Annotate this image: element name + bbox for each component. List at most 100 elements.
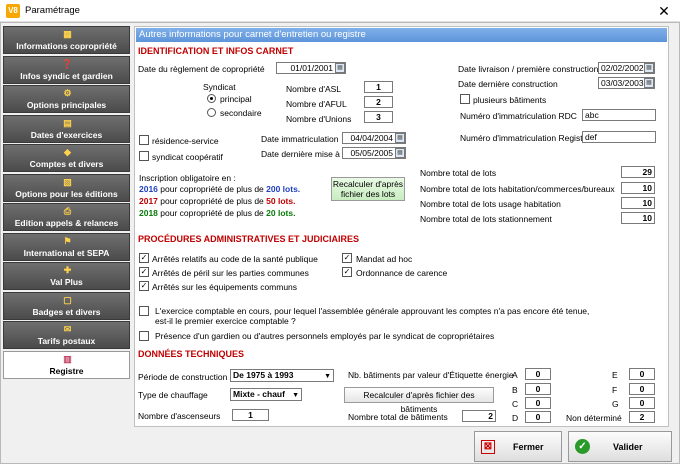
sidebar-item-infos-syndic[interactable]: ❓ Infos syndic et gardien xyxy=(3,56,130,84)
plusieurs-batiments-checkbox[interactable] xyxy=(460,94,470,104)
syndicat-secondaire-radio[interactable] xyxy=(207,108,216,117)
sante-checkbox[interactable]: ✓ xyxy=(139,253,149,263)
energy-e-input[interactable]: 0 xyxy=(629,368,655,380)
window-title: Paramétrage xyxy=(25,5,80,16)
valplus-icon: ✚ xyxy=(63,265,72,275)
sidebar-item-badges-divers[interactable]: ▢ Badges et divers xyxy=(3,292,130,320)
energy-a-input[interactable]: 0 xyxy=(525,368,551,380)
total-usage-input[interactable]: 10 xyxy=(621,197,655,209)
nb-unions-input[interactable]: 3 xyxy=(364,111,393,123)
equipements-label: Arrêtés sur les équipements communs xyxy=(152,282,298,292)
sidebar-item-edition-appels[interactable]: ⎙ Edition appels & relances xyxy=(3,203,130,231)
energy-label-b: B xyxy=(512,385,518,395)
recalc-lots-button[interactable]: Recalculer d'après fichier des lots xyxy=(331,177,405,201)
syndicat-label: Syndicat xyxy=(203,82,236,92)
syndicat-secondaire-label: secondaire xyxy=(220,108,262,118)
syndicat-cooperatif-checkbox[interactable] xyxy=(139,151,149,161)
total-lots-input[interactable]: 29 xyxy=(621,166,655,178)
periode-select[interactable]: De 1975 à 1993 ▼ xyxy=(230,369,334,382)
sante-label: Arrêtés relatifs au code de la santé pub… xyxy=(152,254,318,264)
premier-exercice-label-2: est-il le premier exercice comptable ? xyxy=(155,316,296,326)
panel-banner: Autres informations pour carnet d'entret… xyxy=(136,28,667,42)
inscription-2017: 2017 pour copropriété de plus de 50 lots… xyxy=(139,196,296,206)
calendar-picker-icon[interactable]: ▦ xyxy=(335,63,345,73)
sidebar: ▦ Informations copropriété ❓ Infos syndic … xyxy=(3,26,130,460)
check-icon: ✓ xyxy=(575,439,590,454)
calendar-picker-icon[interactable]: ▦ xyxy=(644,63,654,73)
cancel-icon: ⊠ xyxy=(481,440,495,454)
peril-checkbox[interactable]: ✓ xyxy=(139,267,149,277)
sidebar-item-registre[interactable]: ▥ Registre xyxy=(3,351,130,379)
sidebar-item-options-editions[interactable]: ▧ Options pour les éditions xyxy=(3,174,130,202)
print-icon: ⎙ xyxy=(63,206,72,216)
reglement-label: Date du règlement de copropriété xyxy=(138,64,265,74)
energy-f-input[interactable]: 0 xyxy=(629,383,655,395)
calendar-picker-icon[interactable]: ▦ xyxy=(644,78,654,88)
chauffage-select[interactable]: Mixte - chauf ▼ xyxy=(230,388,302,401)
ascenseurs-input[interactable]: 1 xyxy=(232,409,269,421)
stamp-icon: ✉ xyxy=(63,324,72,334)
flag-icon: ⚑ xyxy=(63,236,72,246)
energy-label-d: D xyxy=(512,413,519,423)
energy-label-f: F xyxy=(612,385,618,395)
chevron-down-icon: ▼ xyxy=(324,373,331,380)
section-procedures-title: PROCÉDURES ADMINISTRATIVES ET JUDICIAIRE… xyxy=(138,234,360,244)
nb-aful-input[interactable]: 2 xyxy=(364,96,393,108)
sidebar-item-dates-exercices[interactable]: ▤ Dates d'exercices xyxy=(3,115,130,143)
register-icon: ▥ xyxy=(63,354,72,364)
inscription-label: Inscription obligatoire en : xyxy=(139,173,236,183)
options-icon: ⚙ xyxy=(63,88,72,98)
equipements-checkbox[interactable]: ✓ xyxy=(139,281,149,291)
energy-b-input[interactable]: 0 xyxy=(525,383,551,395)
accounts-icon: ◆ xyxy=(64,147,71,157)
section-techniques-title: DONNÉES TECHNIQUES xyxy=(138,349,245,359)
immat-rdc-input[interactable]: abc xyxy=(582,109,656,121)
nb-aful-label: Nombre d'AFUL xyxy=(286,99,347,109)
energy-g-input[interactable]: 0 xyxy=(629,397,655,409)
residence-service-checkbox[interactable] xyxy=(139,135,149,145)
total-stationnement-label: Nombre total de lots stationnement xyxy=(420,214,552,224)
calendar-picker-icon[interactable]: ▦ xyxy=(395,133,405,143)
sidebar-item-options-principales[interactable]: ⚙ Options principales xyxy=(3,85,130,113)
close-icon[interactable]: ✕ xyxy=(650,1,678,21)
peril-label: Arrêtés de péril sur les parties commune… xyxy=(152,268,309,278)
nb-energie-label: Nb. bâtiments par valeur d'Étiquette éne… xyxy=(348,370,514,380)
total-habitation-input[interactable]: 10 xyxy=(621,182,655,194)
total-batiments-input[interactable]: 2 xyxy=(462,410,496,422)
inscription-2016: 2016 pour copropriété de plus de 200 lot… xyxy=(139,184,301,194)
immat-registre-input[interactable]: def xyxy=(582,131,656,143)
energy-c-input[interactable]: 0 xyxy=(525,397,551,409)
gardien-label: Présence d'un gardien ou d'autres person… xyxy=(155,331,495,341)
calendar-icon: ▤ xyxy=(63,118,72,128)
mandat-label: Mandat ad hoc xyxy=(356,254,413,264)
immat-rdc-label: Numéro d'immatriculation RDC xyxy=(460,111,577,121)
syndicat-principal-radio[interactable] xyxy=(207,94,216,103)
nb-asl-input[interactable]: 1 xyxy=(364,81,393,93)
premier-exercice-checkbox[interactable] xyxy=(139,306,149,316)
sidebar-item-international-sepa[interactable]: ⚑ International et SEPA xyxy=(3,233,130,261)
syndicat-cooperatif-label: syndicat coopératif xyxy=(152,152,223,162)
calendar-picker-icon[interactable]: ▦ xyxy=(395,148,405,158)
mandat-checkbox[interactable]: ✓ xyxy=(342,253,352,263)
ascenseurs-label: Nombre d'ascenseurs xyxy=(138,411,221,421)
recalc-batiments-button[interactable]: Recalculer d'après fichier des bâtiments xyxy=(344,387,494,414)
chevron-down-icon: ▼ xyxy=(292,392,299,399)
energy-label-g: G xyxy=(612,399,619,409)
energy-d-input[interactable]: 0 xyxy=(525,411,551,423)
section-identification-title: IDENTIFICATION ET INFOS CARNET xyxy=(138,46,294,56)
sidebar-item-tarifs-postaux[interactable]: ✉ Tarifs postaux xyxy=(3,321,130,349)
validate-button[interactable]: ✓ Valider xyxy=(568,431,672,462)
sidebar-item-comptes-divers[interactable]: ◆ Comptes et divers xyxy=(3,144,130,172)
energy-label-a: A xyxy=(512,370,518,380)
document-icon: ▧ xyxy=(63,177,72,187)
close-button[interactable]: ⊠ Fermer xyxy=(474,431,562,462)
syndicat-principal-label: principal xyxy=(220,94,252,104)
app-logo: V8 xyxy=(6,4,20,18)
sidebar-item-val-plus[interactable]: ✚ Val Plus xyxy=(3,262,130,290)
plusieurs-batiments-label: plusieurs bâtiments xyxy=(473,95,547,105)
carence-checkbox[interactable]: ✓ xyxy=(342,267,352,277)
sidebar-item-informations-copropriete[interactable]: ▦ Informations copropriété xyxy=(3,26,130,54)
total-stationnement-input[interactable]: 10 xyxy=(621,212,655,224)
energy-nd-input[interactable]: 2 xyxy=(629,411,655,423)
gardien-checkbox[interactable] xyxy=(139,331,149,341)
